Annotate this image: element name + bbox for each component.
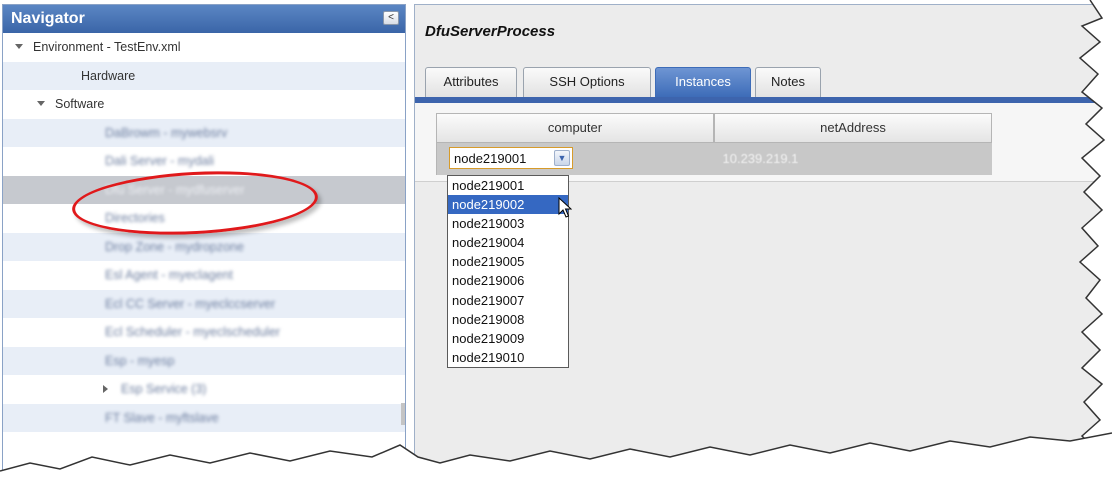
dropdown-option[interactable]: node219007 [448, 291, 568, 310]
column-header-netaddress[interactable]: netAddress [714, 113, 992, 143]
dropdown-option[interactable]: node219010 [448, 348, 568, 367]
dropdown-option[interactable]: node219009 [448, 329, 568, 348]
instances-grid: computer netAddress node219001 ▼ 10.239.… [436, 113, 992, 175]
tree-item[interactable]: Directories [3, 204, 405, 233]
tree-item-label: Directories [105, 211, 165, 225]
chevron-down-icon[interactable]: ▼ [554, 150, 570, 166]
tree-item[interactable]: Esp - myesp [3, 346, 405, 375]
collapsed-arrow-icon[interactable] [103, 385, 108, 393]
tree-item-label: Dfu Server - mydfuserver [105, 182, 245, 197]
navigator-title: Navigator [11, 10, 85, 27]
torn-edge-bottom [0, 432, 1112, 487]
computer-dropdown-list: node219001 node219002 node219003 node219004… [447, 175, 569, 368]
tree-item-label: Esl Agent - myeclagent [105, 268, 233, 282]
tab-ssh-options[interactable]: SSH Options [523, 67, 651, 97]
tree-item[interactable]: Ecl CC Server - myeclccserver [3, 289, 405, 318]
tree-item[interactable]: DaBrowm - mywebsrv [3, 118, 405, 147]
cell-computer[interactable]: node219001 ▼ [437, 143, 715, 175]
tree-item[interactable]: Dfu Server - mydfuserver [3, 175, 405, 204]
column-header-computer[interactable]: computer [436, 113, 714, 143]
tree-item[interactable]: Dali Server - mydali [3, 147, 405, 176]
navigator-scrollbar[interactable] [401, 403, 405, 425]
table-row[interactable]: node219001 ▼ 10.239.219.1 [436, 143, 992, 175]
net-address-value: 10.239.219.1 [722, 151, 799, 166]
tree-item-label: Ecl CC Server - myeclccserver [105, 296, 276, 311]
tab-instances[interactable]: Instances [655, 67, 751, 97]
tree-item[interactable]: Environment - TestEnv.xml [3, 33, 405, 62]
tree-item-label: DaBrowm - mywebsrv [105, 125, 228, 140]
tree-item[interactable]: Esp Service (3) [3, 375, 405, 404]
expanded-arrow-icon[interactable] [37, 101, 45, 106]
computer-select[interactable]: node219001 ▼ [449, 147, 573, 169]
tree-item-label: FT Slave - myftslave [105, 410, 219, 425]
expanded-arrow-icon[interactable] [15, 44, 23, 49]
cell-netaddress: 10.239.219.1 [715, 143, 993, 175]
tree-item[interactable]: Esl Agent - myeclagent [3, 261, 405, 290]
page-title: DfuServerProcess [425, 23, 556, 40]
navigator-tree: Environment - TestEnv.xml Hardware Softwar… [3, 33, 405, 432]
grid-header-row: computer netAddress [436, 113, 992, 143]
tree-item[interactable]: Drop Zone - mydropzone [3, 232, 405, 261]
tab-notes[interactable]: Notes [755, 67, 821, 97]
dropdown-option[interactable]: node219003 [448, 214, 568, 233]
dropdown-option[interactable]: node219005 [448, 252, 568, 271]
tree-item-label: Esp - myesp [105, 353, 175, 368]
dropdown-option[interactable]: node219002 [448, 195, 568, 215]
torn-edge-right [1078, 0, 1112, 462]
collapse-left-icon: < [388, 12, 394, 23]
tab-label: SSH Options [549, 74, 625, 89]
tree-item[interactable]: Ecl Scheduler - myeclscheduler [3, 318, 405, 347]
tree-item-label: Environment - TestEnv.xml [33, 40, 181, 54]
tree-item-label: Dali Server - mydali [105, 154, 215, 168]
dropdown-option[interactable]: node219006 [448, 271, 568, 290]
dropdown-option[interactable]: node219001 [448, 176, 568, 195]
tab-label: Attributes [443, 74, 499, 89]
dropdown-option[interactable]: node219008 [448, 310, 568, 329]
navigator-panel: Navigator < Environment - TestEnv.xml Har… [2, 4, 406, 480]
tree-item-label: Esp Service (3) [121, 382, 207, 396]
tab-label: Instances [675, 74, 731, 89]
tree-item-label: Drop Zone - mydropzone [105, 239, 244, 254]
tree-item-label: Software [55, 97, 105, 111]
collapse-panel-button[interactable]: < [383, 11, 399, 25]
computer-select-value: node219001 [454, 151, 527, 166]
mouse-pointer-icon [558, 197, 572, 218]
tree-item-label: Ecl Scheduler - myeclscheduler [105, 325, 281, 339]
tree-item-label: Hardware [81, 68, 136, 83]
tab-label: Notes [771, 74, 805, 89]
navigator-header: Navigator < [3, 5, 405, 33]
tree-item[interactable]: Hardware [3, 61, 405, 90]
tree-item[interactable]: Software [3, 90, 405, 119]
dropdown-option[interactable]: node219004 [448, 233, 568, 252]
tab-attributes[interactable]: Attributes [425, 67, 517, 97]
